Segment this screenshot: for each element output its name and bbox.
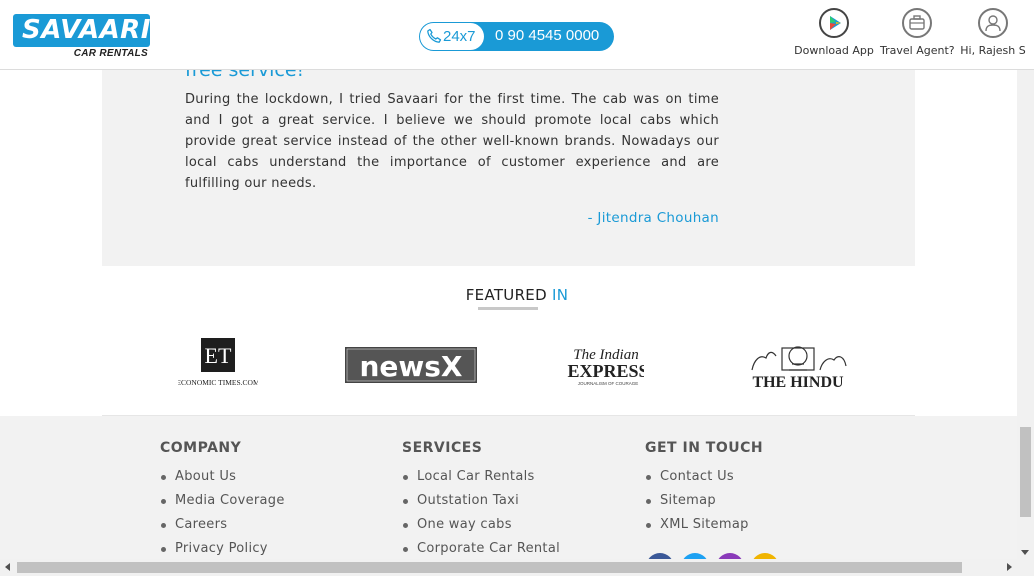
- et-mark: ET: [205, 343, 232, 368]
- hindu-mark: THE HINDU: [752, 374, 844, 390]
- testimonial-card: free service! During the lockdown, I tri…: [102, 40, 915, 266]
- site-footer: COMPANY About Us Media Coverage Careers …: [0, 416, 1018, 576]
- testimonial-author: - Jitendra Chouhan: [587, 210, 719, 226]
- call-button[interactable]: 24x7 0 90 4545 0000: [419, 22, 614, 51]
- download-app-label: Download App: [794, 44, 874, 57]
- vertical-scroll-thumb[interactable]: [1020, 427, 1031, 517]
- site-header: SAVAARI CAR RENTALS 24x7 0 90 4545 0000 …: [0, 0, 1034, 70]
- travel-agent-button[interactable]: Travel Agent?: [880, 8, 955, 57]
- footer-link-one-way-cabs[interactable]: One way cabs: [402, 513, 560, 537]
- the-hindu-logo: THE HINDU: [751, 346, 847, 390]
- user-greeting: Hi, Rajesh S: [960, 44, 1026, 57]
- footer-link-sitemap[interactable]: Sitemap: [645, 489, 763, 513]
- footer-company-column: COMPANY About Us Media Coverage Careers …: [160, 440, 285, 561]
- ie-caption: JOURNALISM OF COURAGE: [578, 381, 639, 386]
- phone-icon: [427, 28, 442, 43]
- footer-link-careers[interactable]: Careers: [160, 513, 285, 537]
- testimonial-body: During the lockdown, I tried Savaari for…: [185, 92, 719, 191]
- featured-heading-main: FEATURED: [465, 286, 547, 304]
- horizontal-scrollbar[interactable]: [0, 559, 1034, 576]
- newsx-mark: newsX: [359, 350, 462, 383]
- footer-link-contact-us[interactable]: Contact Us: [645, 465, 763, 489]
- call-24x7-label: 24x7: [443, 28, 476, 45]
- indian-express-logo: The Indian EXPRESS JOURNALISM OF COURAGE: [567, 347, 644, 386]
- footer-services-heading: SERVICES: [402, 440, 483, 456]
- scroll-left-arrow-icon[interactable]: [5, 563, 10, 571]
- vertical-scrollbar[interactable]: [1017, 70, 1034, 559]
- featured-in-heading: FEATURED IN: [0, 286, 1034, 304]
- featured-heading-accent: IN: [552, 286, 569, 304]
- footer-link-corporate-car-rental[interactable]: Corporate Car Rental: [402, 537, 560, 561]
- footer-touch-heading: GET IN TOUCH: [645, 440, 764, 456]
- scroll-down-arrow-icon[interactable]: [1021, 550, 1029, 555]
- user-icon: [978, 8, 1008, 38]
- et-caption: ECONOMIC TIMES.COM: [178, 378, 258, 387]
- footer-link-about-us[interactable]: About Us: [160, 465, 285, 489]
- download-app-button[interactable]: Download App: [794, 8, 874, 57]
- footer-link-local-car-rentals[interactable]: Local Car Rentals: [402, 465, 560, 489]
- logo-subtext: CAR RENTALS: [73, 48, 148, 59]
- phone-number: 0 90 4545 0000: [495, 27, 600, 44]
- footer-link-privacy-policy[interactable]: Privacy Policy: [160, 537, 285, 561]
- savaari-logo[interactable]: SAVAARI CAR RENTALS: [13, 14, 150, 60]
- logo-text: SAVAARI: [22, 15, 151, 45]
- footer-company-heading: COMPANY: [160, 440, 242, 456]
- call-24x7-badge: 24x7: [420, 23, 484, 50]
- footer-get-in-touch-column: GET IN TOUCH Contact Us Sitemap XML Site…: [645, 440, 763, 537]
- footer-link-outstation-taxi[interactable]: Outstation Taxi: [402, 489, 560, 513]
- ie-line2: EXPRESS: [567, 361, 644, 381]
- user-menu-button[interactable]: Hi, Rajesh S: [958, 8, 1028, 57]
- economic-times-logo: ET ECONOMIC TIMES.COM: [178, 338, 258, 387]
- scroll-right-arrow-icon[interactable]: [1007, 563, 1012, 571]
- newsx-logo: newsX: [345, 347, 477, 383]
- horizontal-scroll-thumb[interactable]: [17, 562, 962, 573]
- footer-link-media-coverage[interactable]: Media Coverage: [160, 489, 285, 513]
- briefcase-icon: [902, 8, 932, 38]
- footer-services-column: SERVICES Local Car Rentals Outstation Ta…: [402, 440, 560, 561]
- travel-agent-label: Travel Agent?: [880, 44, 955, 57]
- footer-link-xml-sitemap[interactable]: XML Sitemap: [645, 513, 763, 537]
- play-store-icon: [819, 8, 849, 38]
- featured-underline: [478, 307, 538, 310]
